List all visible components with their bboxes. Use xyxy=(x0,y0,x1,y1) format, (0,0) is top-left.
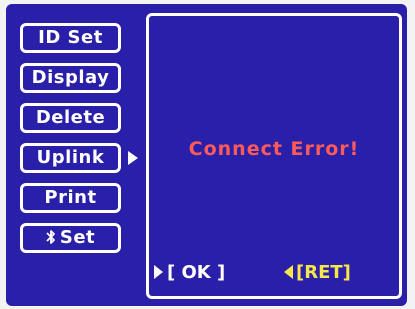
bluetooth-icon xyxy=(46,230,55,244)
menu-item-id-set[interactable]: ID Set xyxy=(20,23,121,53)
ok-label: [ OK ] xyxy=(167,262,226,283)
ok-hint[interactable]: [ OK ] xyxy=(154,262,225,284)
device-screen: ID Set Display Delete Uplink Print Set C… xyxy=(6,4,407,306)
error-message: Connect Error! xyxy=(188,138,360,160)
menu-item-label: Display xyxy=(31,67,110,88)
menu-item-label: Uplink xyxy=(36,147,105,168)
content-panel: Connect Error! xyxy=(146,13,402,299)
menu-item-bluetooth-set[interactable]: Set xyxy=(20,223,121,253)
menu-item-label: Print xyxy=(44,187,97,208)
menu-item-print[interactable]: Print xyxy=(20,183,121,213)
back-arrow-icon xyxy=(284,265,293,279)
ret-label: [RET] xyxy=(296,262,351,283)
play-arrow-icon xyxy=(154,265,163,279)
menu-item-label: Delete xyxy=(35,107,106,128)
selection-arrow-icon xyxy=(128,151,138,165)
menu-item-display[interactable]: Display xyxy=(20,63,121,93)
menu-item-label: ID Set xyxy=(38,27,103,48)
menu-item-label: Set xyxy=(59,227,96,248)
ret-hint[interactable]: [RET] xyxy=(284,262,351,284)
menu-item-uplink[interactable]: Uplink xyxy=(20,143,121,173)
menu-item-delete[interactable]: Delete xyxy=(20,103,121,133)
